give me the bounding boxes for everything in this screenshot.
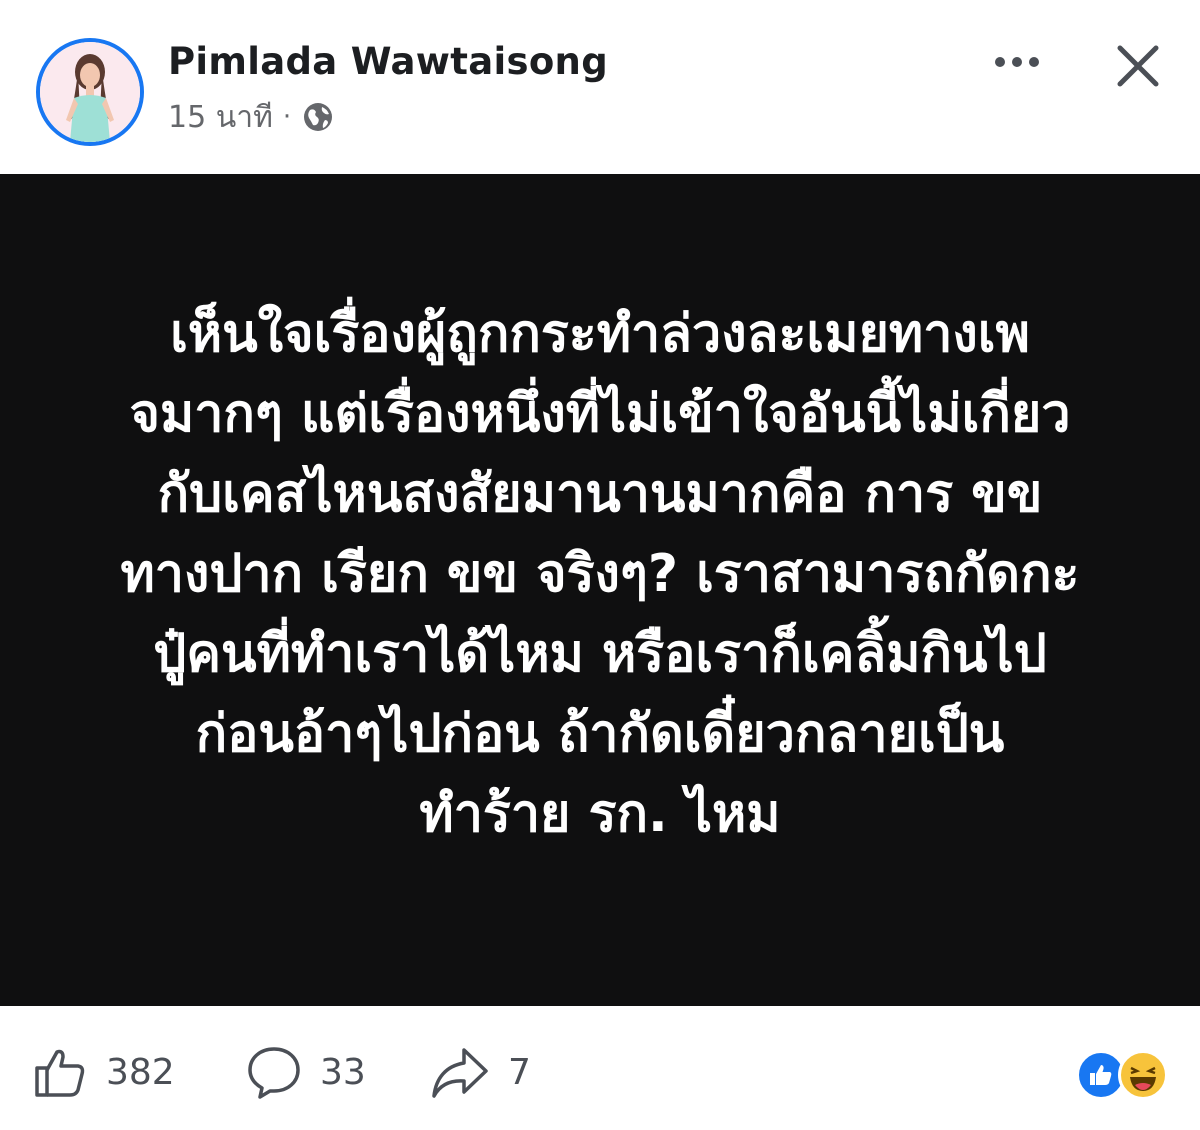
haha-reaction-icon bbox=[1118, 1050, 1168, 1100]
thumbs-up-icon bbox=[35, 1049, 85, 1097]
avatar[interactable] bbox=[36, 38, 144, 146]
share-arrow-icon bbox=[432, 1048, 488, 1098]
like-count: 382 bbox=[106, 1051, 175, 1093]
post-line: ปู๋คนที่ทำเราได้ไหม หรือเราก็เคลิ้มกินไป bbox=[153, 624, 1047, 684]
facebook-post-view: Pimlada Wawtaisong 15 นาที · เห็นใจเรื่อ… bbox=[0, 0, 1200, 1130]
more-options-button[interactable] bbox=[985, 38, 1049, 86]
post-action-bar: 382 33 7 bbox=[0, 1006, 1200, 1130]
post-timestamp[interactable]: 15 นาที bbox=[168, 94, 273, 141]
share-count: 7 bbox=[508, 1051, 531, 1093]
post-line: จมากๆ แต่เรื่องหนึ่งที่ไม่เข้าใจอันนี้ไม… bbox=[129, 384, 1071, 444]
comment-button[interactable]: 33 bbox=[246, 1042, 366, 1102]
post-line: ทำร้าย รก. ไหม bbox=[419, 784, 781, 844]
post-line: ก่อนอ้าๆไปก่อน ถ้ากัดเดี๋ยวกลายเป็น bbox=[195, 704, 1005, 764]
post-body-text: เห็นใจเรื่องผู้ถูกกระทำล่วงละเมยทางเพ จม… bbox=[90, 294, 1110, 854]
post-line: เห็นใจเรื่องผู้ถูกกระทำล่วงละเมยทางเพ bbox=[170, 304, 1030, 364]
post-line: ทางปาก เรียก ขข จริงๆ? เราสามารถกัดกะ bbox=[120, 544, 1080, 604]
like-button[interactable]: 382 bbox=[32, 1042, 175, 1102]
comment-count: 33 bbox=[320, 1051, 366, 1093]
more-dots-icon bbox=[995, 57, 1039, 67]
close-button[interactable] bbox=[1108, 36, 1168, 96]
close-icon bbox=[1117, 45, 1159, 87]
author-name[interactable]: Pimlada Wawtaisong bbox=[168, 40, 608, 83]
globe-icon bbox=[304, 103, 333, 131]
reaction-summary[interactable] bbox=[1076, 1048, 1176, 1100]
post-header: Pimlada Wawtaisong 15 นาที · bbox=[0, 0, 1200, 175]
share-button[interactable]: 7 bbox=[430, 1042, 531, 1102]
post-line: กับเคสไหนสงสัยมานานมากคือ การ ขข bbox=[157, 464, 1043, 524]
avatar-photo bbox=[40, 42, 140, 142]
post-meta: 15 นาที · bbox=[168, 97, 335, 137]
post-content-card: เห็นใจเรื่องผู้ถูกกระทำล่วงละเมยทางเพ จม… bbox=[0, 174, 1200, 1006]
meta-separator: · bbox=[282, 102, 292, 132]
comment-icon bbox=[248, 1047, 300, 1099]
